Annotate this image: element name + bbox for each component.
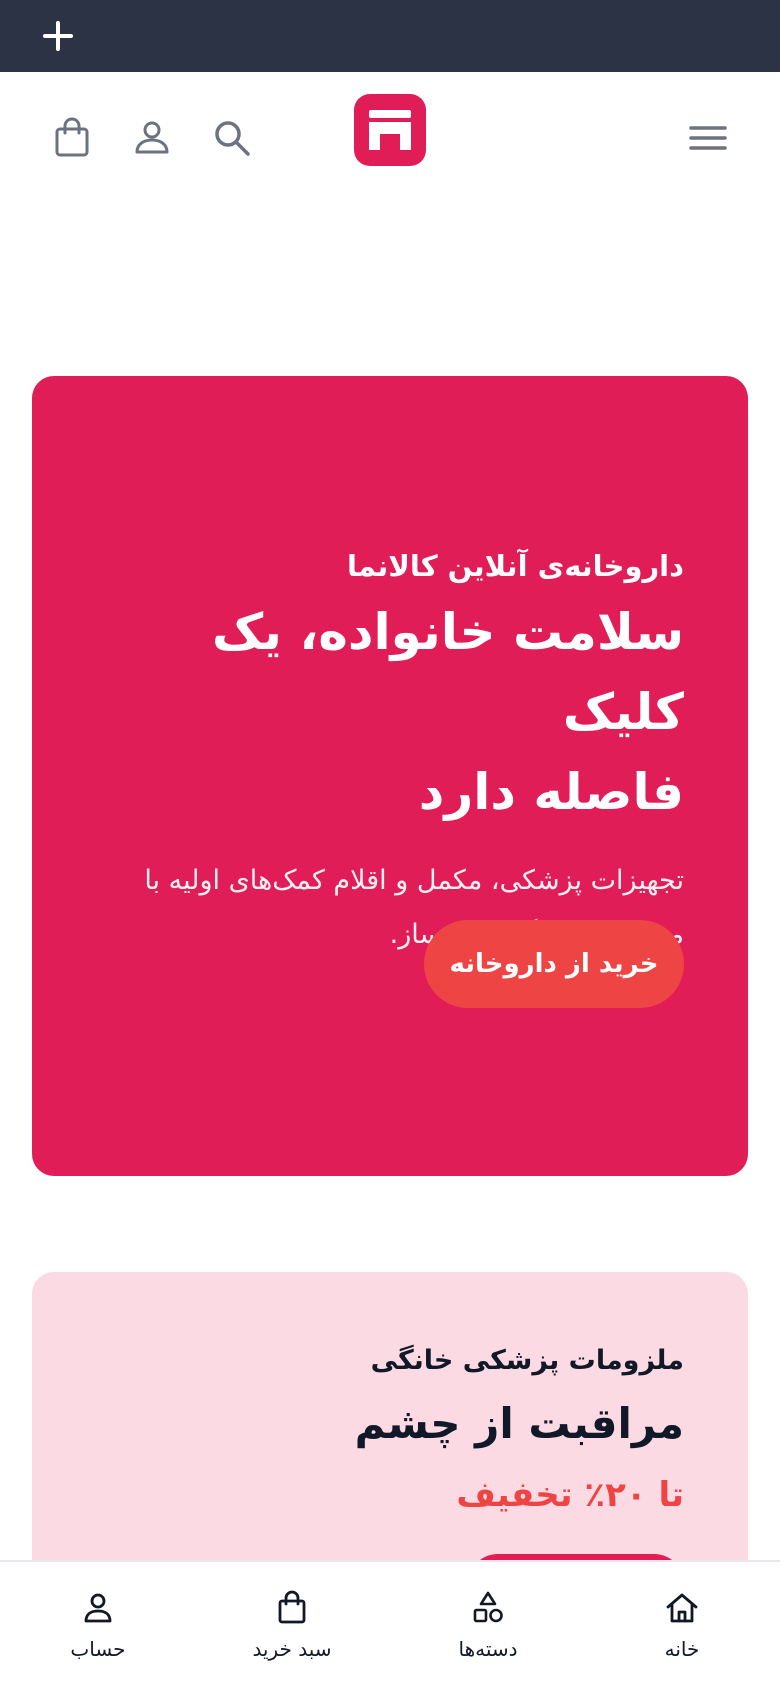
bottom-nav-label: خانه	[664, 1637, 700, 1661]
categories-shapes-icon	[473, 1591, 503, 1623]
plus-icon[interactable]	[40, 18, 76, 54]
bottom-navigation: حساب سبد خرید دسته‌ها خانه	[0, 1560, 780, 1688]
shop-pharmacy-button[interactable]: خرید از داروخانه	[424, 920, 684, 1008]
search-icon[interactable]	[210, 116, 254, 160]
bottom-nav-label: دسته‌ها	[458, 1637, 518, 1661]
promo-title: مراقبت از چشم	[354, 1399, 684, 1448]
hero-title-line-2: فاصله دارد	[418, 763, 684, 821]
bottom-nav-label: حساب	[70, 1637, 126, 1661]
bottom-nav-account[interactable]: حساب	[28, 1590, 168, 1670]
hero-description-line-1: تجهیزات پزشکی، مکمل و اقلام کمک‌های اولی…	[144, 865, 684, 896]
top-bar	[0, 0, 780, 72]
shopping-bag-icon[interactable]	[50, 116, 94, 160]
user-icon[interactable]	[130, 116, 174, 160]
hero-banner: داروخانه‌ی آنلاین کالانما سلامت خانواده،…	[32, 376, 748, 1176]
bottom-nav-home[interactable]: خانه	[612, 1590, 752, 1670]
hamburger-menu-icon[interactable]	[686, 116, 730, 160]
bottom-nav-label: سبد خرید	[252, 1637, 332, 1661]
store-logo-icon[interactable]	[354, 94, 426, 166]
promo-discount: تا ۲۰٪ تخفیف	[456, 1475, 684, 1515]
shopping-bag-icon	[278, 1590, 306, 1624]
bottom-nav-cart[interactable]: سبد خرید	[222, 1590, 362, 1670]
site-header	[0, 72, 780, 202]
promo-card[interactable]: ملزومات پزشکی خانگی مراقبت از چشم تا ۲۰٪…	[32, 1272, 748, 1602]
hero-title: سلامت خانواده، یک کلیک فاصله دارد	[84, 592, 684, 832]
promo-subtitle: ملزومات پزشکی خانگی	[370, 1345, 684, 1376]
hero-subtitle: داروخانه‌ی آنلاین کالانما	[347, 549, 684, 583]
user-icon	[84, 1593, 112, 1623]
home-icon	[666, 1593, 698, 1623]
hero-title-line-1: سلامت خانواده، یک کلیک	[211, 603, 684, 741]
bottom-nav-categories[interactable]: دسته‌ها	[418, 1590, 558, 1670]
